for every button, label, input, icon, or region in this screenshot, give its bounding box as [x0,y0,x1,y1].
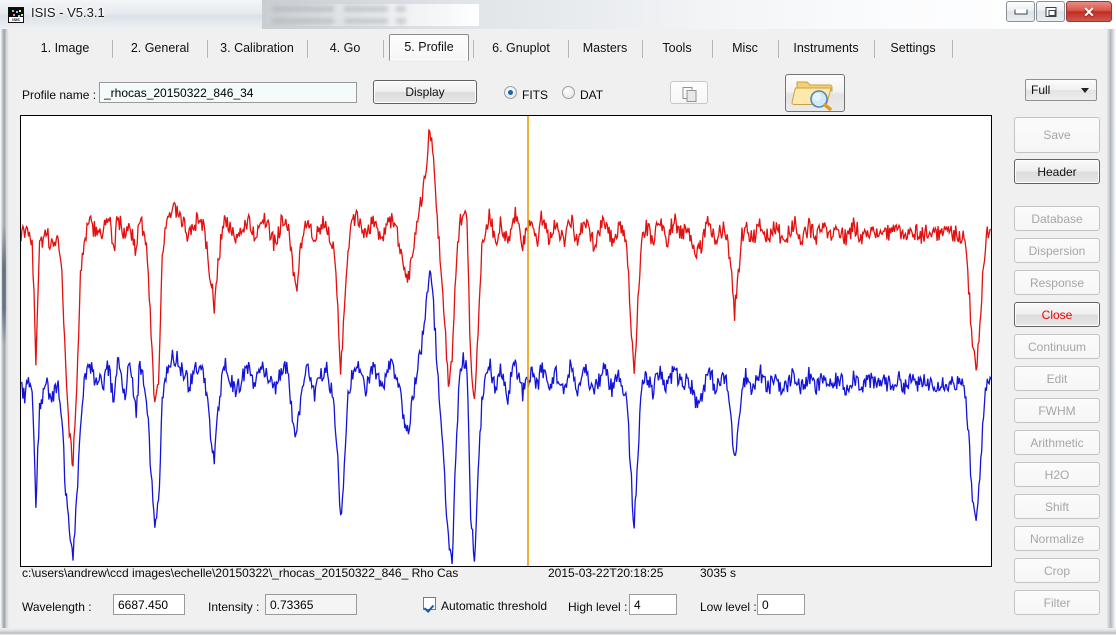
high-level-label: High level : [568,600,627,614]
high-level-input[interactable] [629,594,677,615]
crop-button[interactable]: Crop [1014,558,1100,583]
close-icon: ✕ [1083,6,1095,18]
profile-name-label: Profile name : [22,88,96,102]
wavelength-label: Wavelength : [22,600,92,614]
automatic-threshold-checkbox[interactable] [423,597,436,610]
chevron-down-icon [1081,88,1089,93]
copy-button[interactable] [670,81,708,104]
header-button[interactable]: Header [1014,159,1100,184]
tab-masters[interactable]: Masters [571,36,639,61]
file-path-text: c:\users\andrew\ccd images\echelle\20150… [22,566,458,580]
display-button[interactable]: Display [373,80,477,104]
main-tab-bar: 1. Image 2. General 3. Calibration 4. Go… [9,32,1107,65]
dispersion-button[interactable]: Dispersion [1014,238,1100,263]
h2o-button[interactable]: H2O [1014,462,1100,487]
save-button[interactable]: Save [1014,117,1100,153]
window-client-area: 1. Image 2. General 3. Calibration 4. Go… [0,29,1116,635]
dat-radio-label: DAT [580,88,603,102]
wavelength-input[interactable] [113,594,185,615]
arithmetic-button[interactable]: Arithmetic [1014,430,1100,455]
fwhm-button[interactable]: FWHM [1014,398,1100,423]
view-mode-value: Full [1031,83,1050,97]
browse-file-button[interactable] [785,74,845,112]
window-right-edge [1107,29,1116,635]
title-bar-glass [262,0,1116,29]
intensity-label: Intensity : [208,600,259,614]
fits-radio-label: FITS [522,88,548,102]
spectrum-chart[interactable] [20,115,992,567]
tab-tools[interactable]: Tools [645,36,709,61]
isis-application-window: ISIS ISIS - V5.3.1 ✕ 1. Image 2. General… [0,0,1116,635]
window-title: ISIS - V5.3.1 [31,5,105,20]
minimize-button[interactable] [1006,1,1035,22]
intensity-input[interactable] [265,594,357,615]
close-button[interactable]: Close [1014,302,1100,327]
tab-misc[interactable]: Misc [715,36,775,61]
close-window-button[interactable]: ✕ [1066,1,1112,22]
tab-calibration[interactable]: 3. Calibration [210,36,304,61]
profile-name-input[interactable] [99,82,357,103]
view-mode-select[interactable]: Full [1025,79,1097,101]
tab-profile[interactable]: 5. Profile [389,34,469,61]
window-left-edge [0,29,9,635]
database-button[interactable]: Database [1014,206,1100,231]
shift-button[interactable]: Shift [1014,494,1100,519]
minimize-icon [1014,9,1027,14]
tab-settings[interactable]: Settings [877,36,949,61]
tab-gnuplot[interactable]: 6. Gnuplot [477,36,565,61]
app-icon: ISIS [8,7,24,23]
fits-radio[interactable] [504,86,517,99]
window-bottom-edge [0,628,1116,635]
tab-image[interactable]: 1. Image [21,36,109,61]
continuum-button[interactable]: Continuum [1014,334,1100,359]
normalize-button[interactable]: Normalize [1014,526,1100,551]
restore-button[interactable] [1036,1,1065,22]
observation-datetime: 2015-03-22T20:18:25 [548,566,663,580]
exposure-time: 3035 s [700,566,736,580]
response-button[interactable]: Response [1014,270,1100,295]
automatic-threshold-label: Automatic threshold [441,599,547,613]
title-bar: ISIS ISIS - V5.3.1 ✕ [0,0,1116,29]
tab-go[interactable]: 4. Go [310,36,380,61]
tab-instruments[interactable]: Instruments [781,36,871,61]
filter-button[interactable]: Filter [1014,590,1100,615]
tab-general[interactable]: 2. General [116,36,204,61]
low-level-input[interactable] [757,594,805,615]
low-level-label: Low level : [700,600,757,614]
restore-icon [1045,7,1056,17]
title-bar-ghost-text [264,4,479,26]
copy-icon [671,82,709,105]
edit-button[interactable]: Edit [1014,366,1100,391]
chart-background [21,116,991,566]
folder-search-icon [786,75,844,111]
spectrum-plot [21,116,991,566]
dat-radio[interactable] [562,86,575,99]
window-controls: ✕ [1005,1,1112,23]
